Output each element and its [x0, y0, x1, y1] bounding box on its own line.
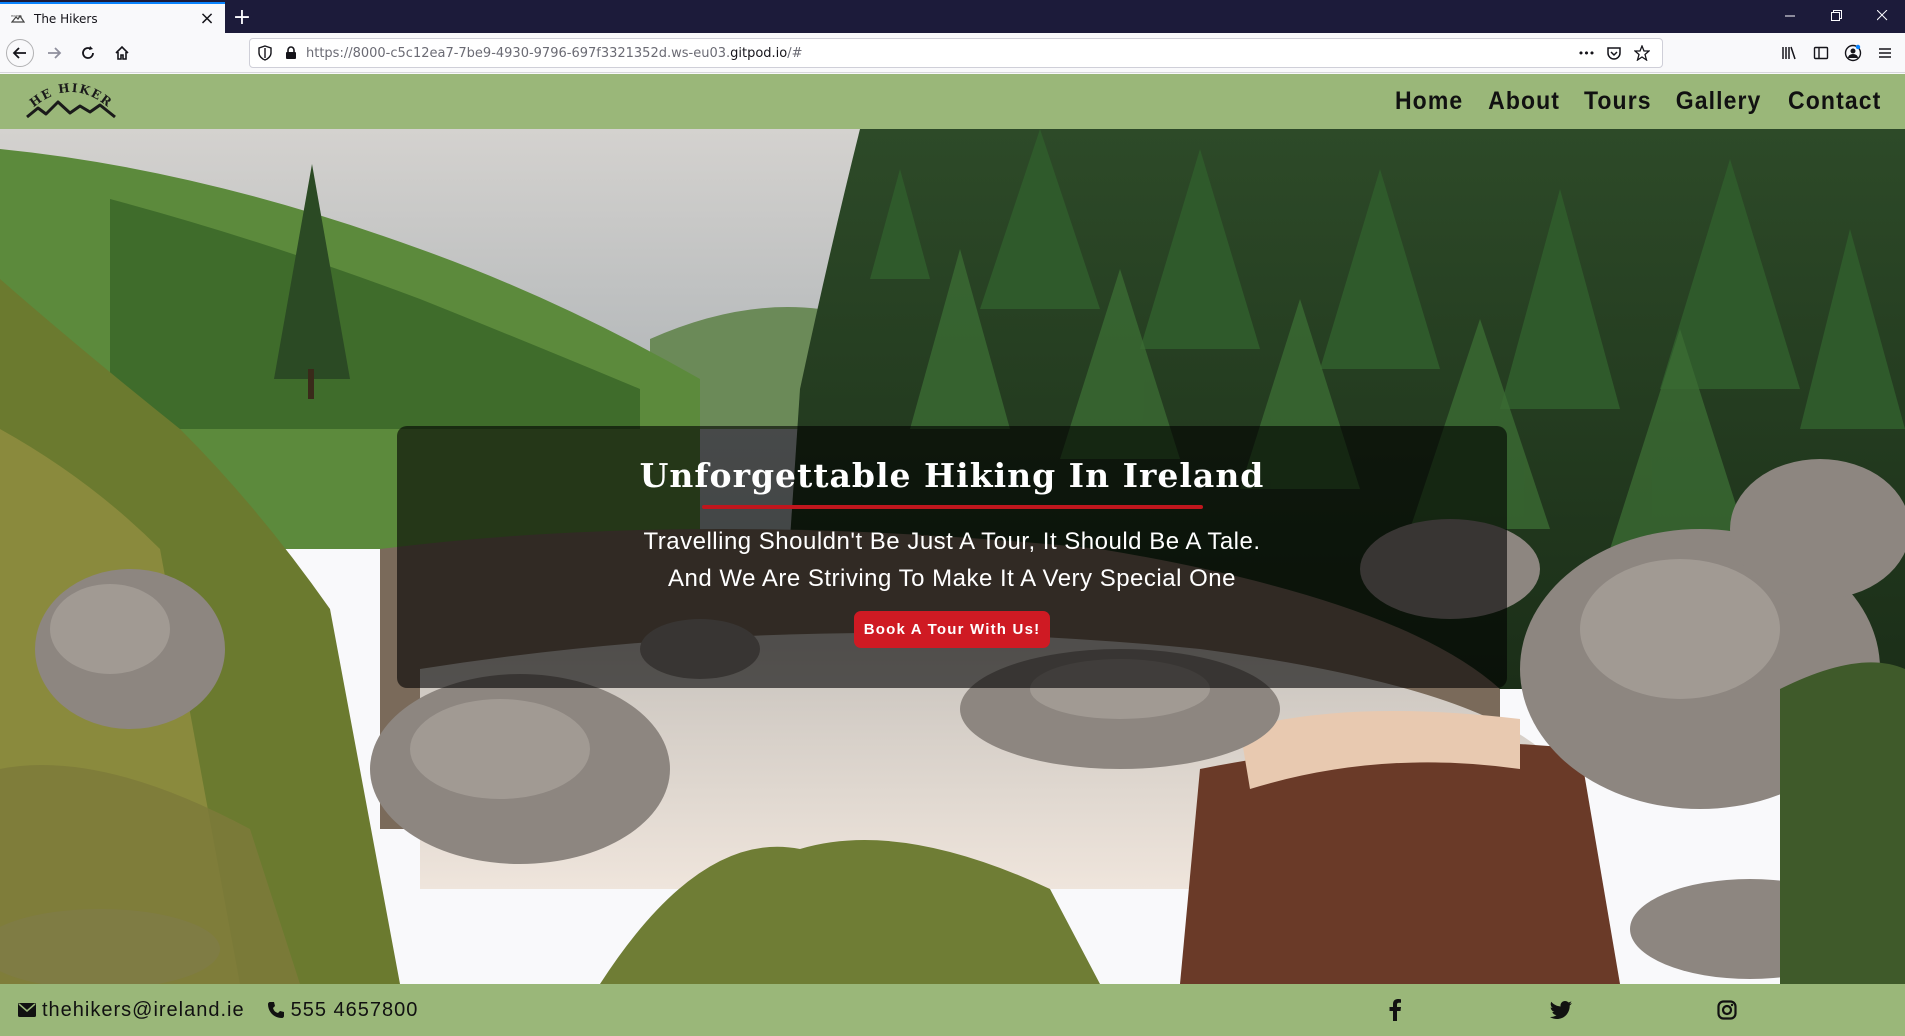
back-button[interactable] — [6, 38, 34, 67]
pocket-icon[interactable] — [1600, 41, 1628, 65]
url-text[interactable]: https://8000-c5c12ea7-7be9-4930-9796-697… — [306, 46, 1572, 61]
reload-icon — [82, 45, 94, 59]
hero-subtitle-line-2: And We Are Striving To Make It A Very Sp… — [668, 565, 1236, 592]
hero-overlay-box: Unforgettable Hiking In Ireland Travelli… — [397, 426, 1507, 688]
hero-section: Unforgettable Hiking In Ireland Travelli… — [0, 129, 1905, 984]
minimize-icon[interactable] — [1767, 0, 1813, 31]
url-bar[interactable]: https://8000-c5c12ea7-7be9-4930-9796-697… — [249, 38, 1663, 68]
twitter-link[interactable] — [1550, 984, 1572, 1036]
url-domain: gitpod.io — [730, 45, 788, 61]
tracking-shield-icon[interactable] — [254, 42, 276, 64]
nav-tours-link[interactable]: Tours — [1584, 87, 1652, 116]
book-tour-button[interactable]: Book A Tour With Us! — [853, 611, 1051, 648]
twitter-icon — [1550, 1001, 1572, 1019]
facebook-link[interactable] — [1388, 984, 1402, 1036]
nav-gallery-link[interactable]: Gallery — [1676, 87, 1762, 116]
instagram-icon — [1717, 1000, 1737, 1020]
menu-icon[interactable] — [1869, 37, 1901, 69]
lock-icon[interactable] — [280, 42, 302, 64]
window-controls — [1767, 0, 1905, 31]
instagram-link[interactable] — [1717, 984, 1737, 1036]
phone-icon — [267, 1002, 284, 1018]
nav-about-link[interactable]: About — [1488, 87, 1560, 116]
bookmark-star-icon[interactable] — [1628, 41, 1656, 65]
browser-tab[interactable]: HIKERS The Hikers × — [0, 2, 225, 33]
tab-title: The Hikers — [34, 11, 98, 26]
browser-toolbar: https://8000-c5c12ea7-7be9-4930-9796-697… — [0, 33, 1905, 73]
toolbar-right — [1773, 33, 1905, 73]
footer-phone[interactable]: 555 4657800 — [267, 999, 419, 1022]
nav-home-link[interactable]: Home — [1395, 87, 1463, 116]
url-prefix: https://8000-c5c12ea7-7be9-4930-9796-697… — [306, 45, 731, 61]
library-icon[interactable] — [1773, 37, 1805, 69]
facebook-icon — [1389, 999, 1401, 1021]
hero-title-underline — [701, 505, 1203, 509]
footer-phone-text: 555 4657800 — [290, 998, 419, 1021]
home-button[interactable] — [108, 39, 136, 67]
forward-button[interactable] — [40, 39, 68, 67]
the-hikers-logo[interactable]: THE HIKERS — [24, 79, 118, 125]
home-icon — [115, 45, 129, 60]
main-navigation: Home About Tours Gallery Contact — [1392, 87, 1885, 116]
web-page: THE HIKERS Home About Tours Gallery Cont… — [0, 74, 1905, 1036]
hero-subtitle-line-1: Travelling Shouldn't Be Just A Tour, It … — [643, 528, 1261, 555]
hero-title: Unforgettable Hiking In Ireland — [639, 456, 1265, 495]
back-arrow-icon — [12, 46, 26, 59]
account-icon[interactable] — [1837, 37, 1869, 69]
page-actions-icon[interactable]: ••• — [1572, 41, 1600, 65]
nav-contact-link[interactable]: Contact — [1788, 87, 1881, 116]
url-suffix: /# — [787, 45, 803, 61]
new-tab-button[interactable]: + — [225, 2, 259, 33]
footer-email[interactable]: thehikers@ireland.ie — [18, 999, 245, 1022]
footer-contact: thehikers@ireland.ie 555 4657800 — [18, 999, 440, 1022]
footer-email-text: thehikers@ireland.ie — [42, 998, 245, 1021]
envelope-icon — [18, 1003, 36, 1017]
site-footer: thehikers@ireland.ie 555 4657800 — [0, 984, 1905, 1036]
close-tab-icon[interactable]: × — [199, 9, 215, 27]
sidebar-icon[interactable] — [1805, 37, 1837, 69]
site-header: THE HIKERS Home About Tours Gallery Cont… — [0, 74, 1905, 129]
hero-subtitle: Travelling Shouldn't Be Just A Tour, It … — [397, 523, 1507, 597]
reload-button[interactable] — [74, 39, 102, 67]
close-window-icon[interactable] — [1859, 0, 1905, 31]
svg-text:HIKERS: HIKERS — [11, 14, 22, 18]
restore-icon[interactable] — [1813, 0, 1859, 31]
forward-arrow-icon — [48, 46, 62, 59]
tab-favicon-icon: HIKERS — [10, 11, 26, 27]
browser-tab-bar: HIKERS The Hikers × + — [0, 0, 1905, 33]
